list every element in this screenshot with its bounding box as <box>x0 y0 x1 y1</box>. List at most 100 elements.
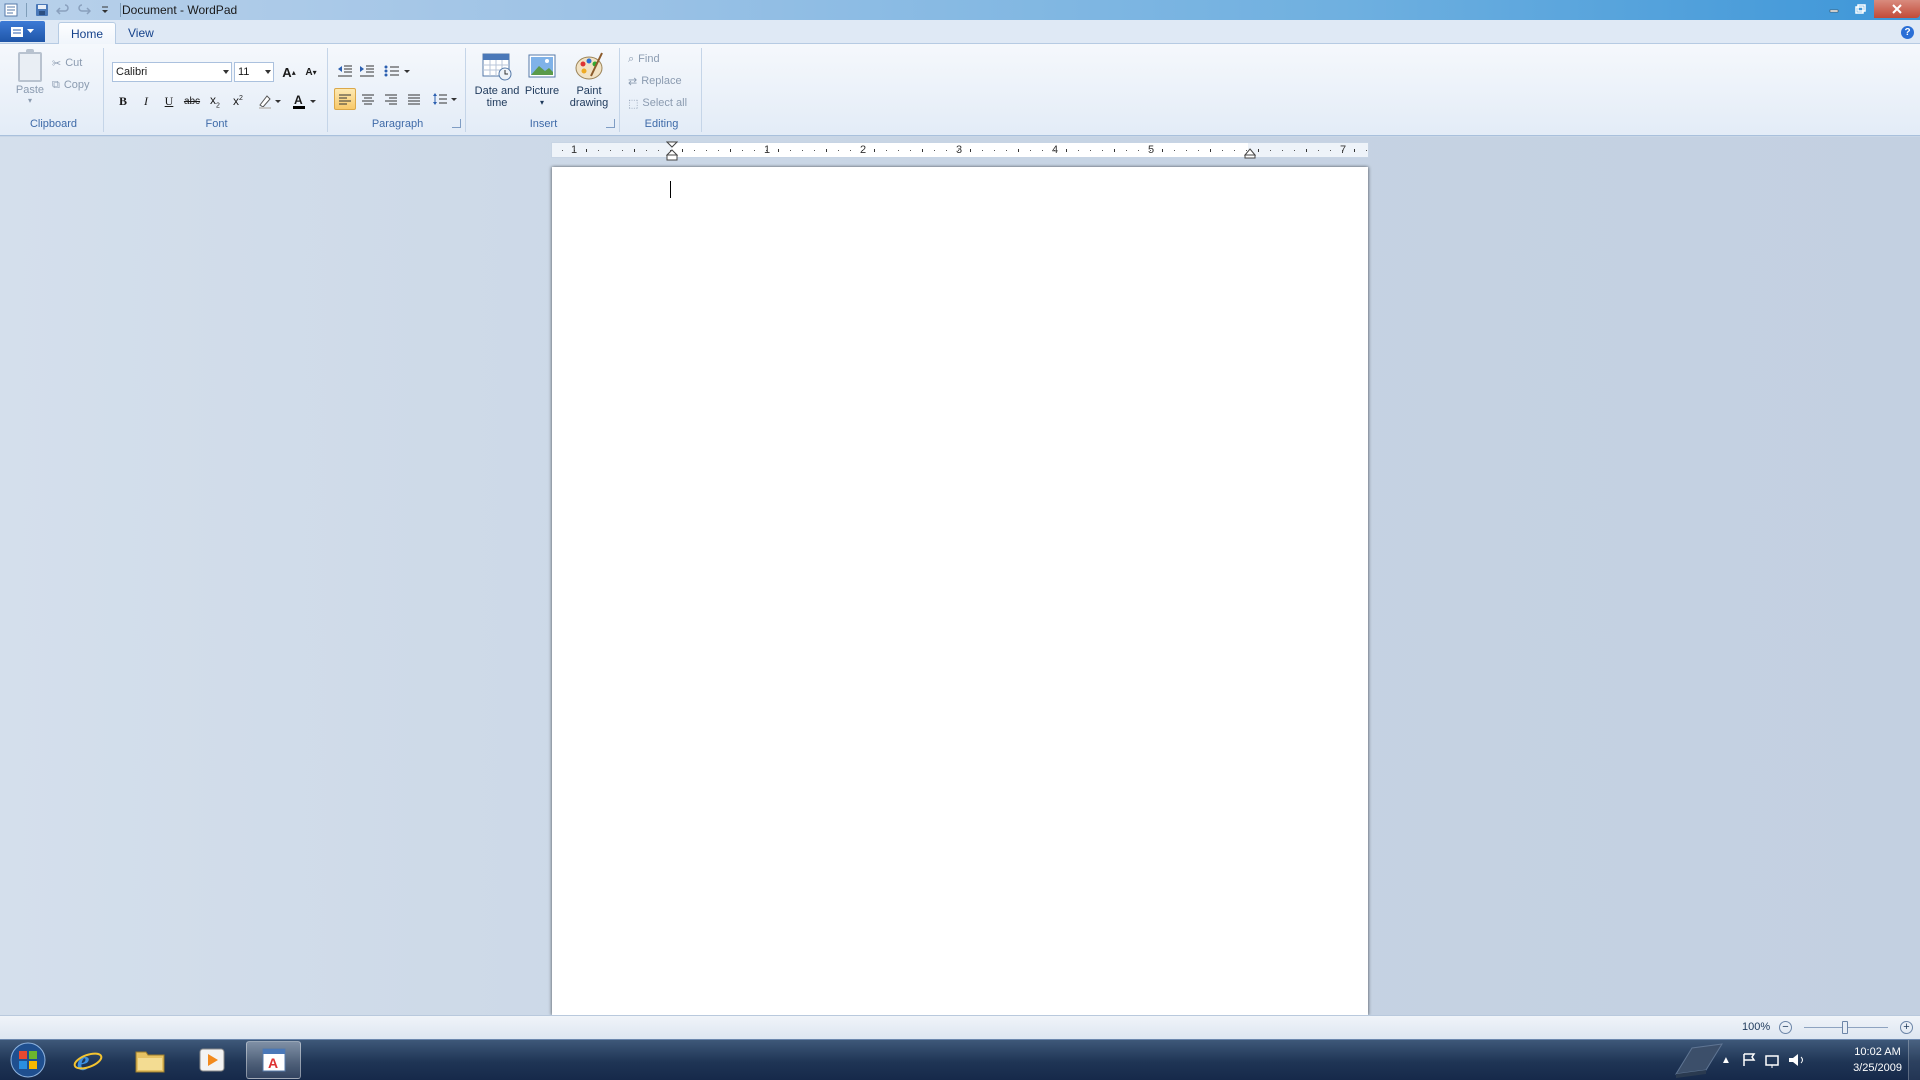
align-center-icon <box>362 94 374 105</box>
clipboard-group-label: Clipboard <box>29 118 78 130</box>
select-all-button[interactable]: ⬚ Select all <box>628 94 687 112</box>
ruler-tick <box>922 149 923 152</box>
find-button[interactable]: ⌕ Find <box>628 50 660 68</box>
restore-icon[interactable] <box>1847 0 1874 18</box>
network-icon[interactable] <box>1762 1052 1786 1068</box>
ruler-tick <box>1318 150 1319 151</box>
ruler-tick <box>646 150 647 151</box>
cut-button[interactable]: ✂ Cut <box>52 54 82 72</box>
insert-dialog-launcher[interactable] <box>606 119 615 128</box>
strikethrough-button[interactable]: abc <box>181 90 203 112</box>
close-icon[interactable] <box>1874 0 1920 18</box>
taskbar-media-player[interactable] <box>184 1041 239 1079</box>
ruler-tick <box>970 149 971 152</box>
action-center-flag-icon[interactable] <box>1738 1052 1762 1068</box>
taskbar-clock[interactable]: 10:02 AM 3/25/2009 <box>1853 1044 1902 1076</box>
clock-time: 10:02 AM <box>1854 1046 1901 1058</box>
show-hidden-icons-icon[interactable]: ▲ <box>1714 1055 1738 1066</box>
left-indent-marker-icon[interactable] <box>666 141 678 161</box>
document-page[interactable] <box>552 167 1368 1015</box>
bold-button[interactable]: B <box>112 90 134 112</box>
tab-home[interactable]: Home <box>58 22 117 44</box>
taskbar-file-explorer[interactable] <box>122 1041 177 1079</box>
ruler-tick <box>1114 149 1115 152</box>
zoom-slider-thumb[interactable] <box>1842 1021 1848 1034</box>
help-icon[interactable]: ? <box>1901 26 1914 39</box>
align-right-button[interactable] <box>380 88 402 110</box>
picture-button[interactable]: Picture ▾ <box>524 50 560 114</box>
tab-view[interactable]: View <box>116 22 166 44</box>
zoom-in-icon[interactable]: + <box>1900 1021 1913 1034</box>
align-center-button[interactable] <box>357 88 379 110</box>
ruler-label: 2 <box>859 144 867 156</box>
font-family-combo[interactable]: Calibri <box>112 62 232 82</box>
find-label: Find <box>638 53 660 65</box>
highlight-color-button[interactable] <box>254 90 284 112</box>
right-indent-marker-icon[interactable] <box>1244 147 1256 159</box>
wordpad-app-icon[interactable] <box>2 1 20 19</box>
ruler-tick <box>682 149 683 152</box>
scissors-icon: ✂ <box>52 57 62 70</box>
subscript-button[interactable]: x2 <box>204 90 226 112</box>
paragraph-group-label: Paragraph <box>371 118 424 130</box>
justify-button[interactable] <box>403 88 425 110</box>
window-title: Document - WordPad <box>122 3 238 17</box>
justify-icon <box>408 94 420 105</box>
redo-icon[interactable] <box>75 1 93 19</box>
undo-icon[interactable] <box>54 1 72 19</box>
superscript-button[interactable]: x2 <box>227 90 249 112</box>
zoom-out-icon[interactable]: − <box>1779 1021 1792 1034</box>
decrease-indent-icon[interactable] <box>334 60 356 82</box>
ruler-tick <box>994 150 995 151</box>
system-tray: ▲ <box>1714 1040 1810 1080</box>
grow-font-button[interactable]: A ▴ <box>278 61 300 83</box>
minimize-icon[interactable] <box>1820 0 1847 18</box>
ruler-tick <box>850 150 851 151</box>
align-left-button[interactable] <box>334 88 356 110</box>
shrink-font-button[interactable]: A ▾ <box>300 61 322 83</box>
bullet-list-button[interactable] <box>382 60 414 82</box>
picture-icon <box>526 50 558 82</box>
paint-drawing-label-line1: Paint <box>576 85 602 97</box>
ruler-tick <box>826 149 827 152</box>
font-color-button[interactable]: A <box>290 90 320 112</box>
ruler[interactable]: 1 1 2 3 4 5 7 <box>551 141 1369 161</box>
editing-group-label: Editing <box>644 118 679 130</box>
underline-button[interactable]: U <box>158 90 180 112</box>
application-menu-button[interactable] <box>0 21 45 42</box>
taskbar-wordpad[interactable]: A <box>246 1041 301 1079</box>
italic-button[interactable]: I <box>135 90 157 112</box>
paint-drawing-button[interactable]: Paint drawing <box>566 50 612 114</box>
ruler-tick <box>778 149 779 152</box>
ruler-label: 1 <box>570 144 578 156</box>
font-group-label: Font <box>205 118 228 130</box>
volume-icon[interactable] <box>1786 1052 1810 1068</box>
increase-indent-icon[interactable] <box>356 60 378 82</box>
copy-button[interactable]: ⧉ Copy <box>52 76 90 94</box>
zoom-level: 100% <box>1742 1021 1771 1033</box>
font-size-combo[interactable]: 11 <box>234 62 274 82</box>
ruler-label: 7 <box>1339 144 1347 156</box>
calendar-clock-icon <box>481 50 513 82</box>
customize-qat-dropdown-icon[interactable] <box>96 1 114 19</box>
start-button[interactable] <box>4 1041 52 1079</box>
line-spacing-button[interactable] <box>430 88 460 110</box>
ruler-tick <box>1006 150 1007 151</box>
font-size-value: 11 <box>238 66 250 78</box>
save-icon[interactable] <box>33 1 51 19</box>
paint-drawing-label-line2: drawing <box>569 97 609 109</box>
clock-date: 3/25/2009 <box>1853 1062 1902 1074</box>
paste-icon <box>18 49 42 82</box>
ruler-tick <box>1294 150 1295 151</box>
date-and-time-button[interactable]: Date and time <box>474 50 520 114</box>
taskbar-internet-explorer[interactable]: e <box>60 1041 115 1079</box>
align-right-icon <box>385 94 397 105</box>
paragraph-dialog-launcher[interactable] <box>452 119 461 128</box>
paste-button[interactable]: Paste ▾ <box>14 49 46 112</box>
status-bar: 100% − + <box>0 1015 1920 1039</box>
show-desktop-button[interactable] <box>1908 1040 1920 1080</box>
line-spacing-icon <box>433 93 457 105</box>
replace-button[interactable]: ⇄ Replace <box>628 72 682 90</box>
ruler-label: 5 <box>1147 144 1155 156</box>
ruler-tick <box>1366 150 1367 151</box>
